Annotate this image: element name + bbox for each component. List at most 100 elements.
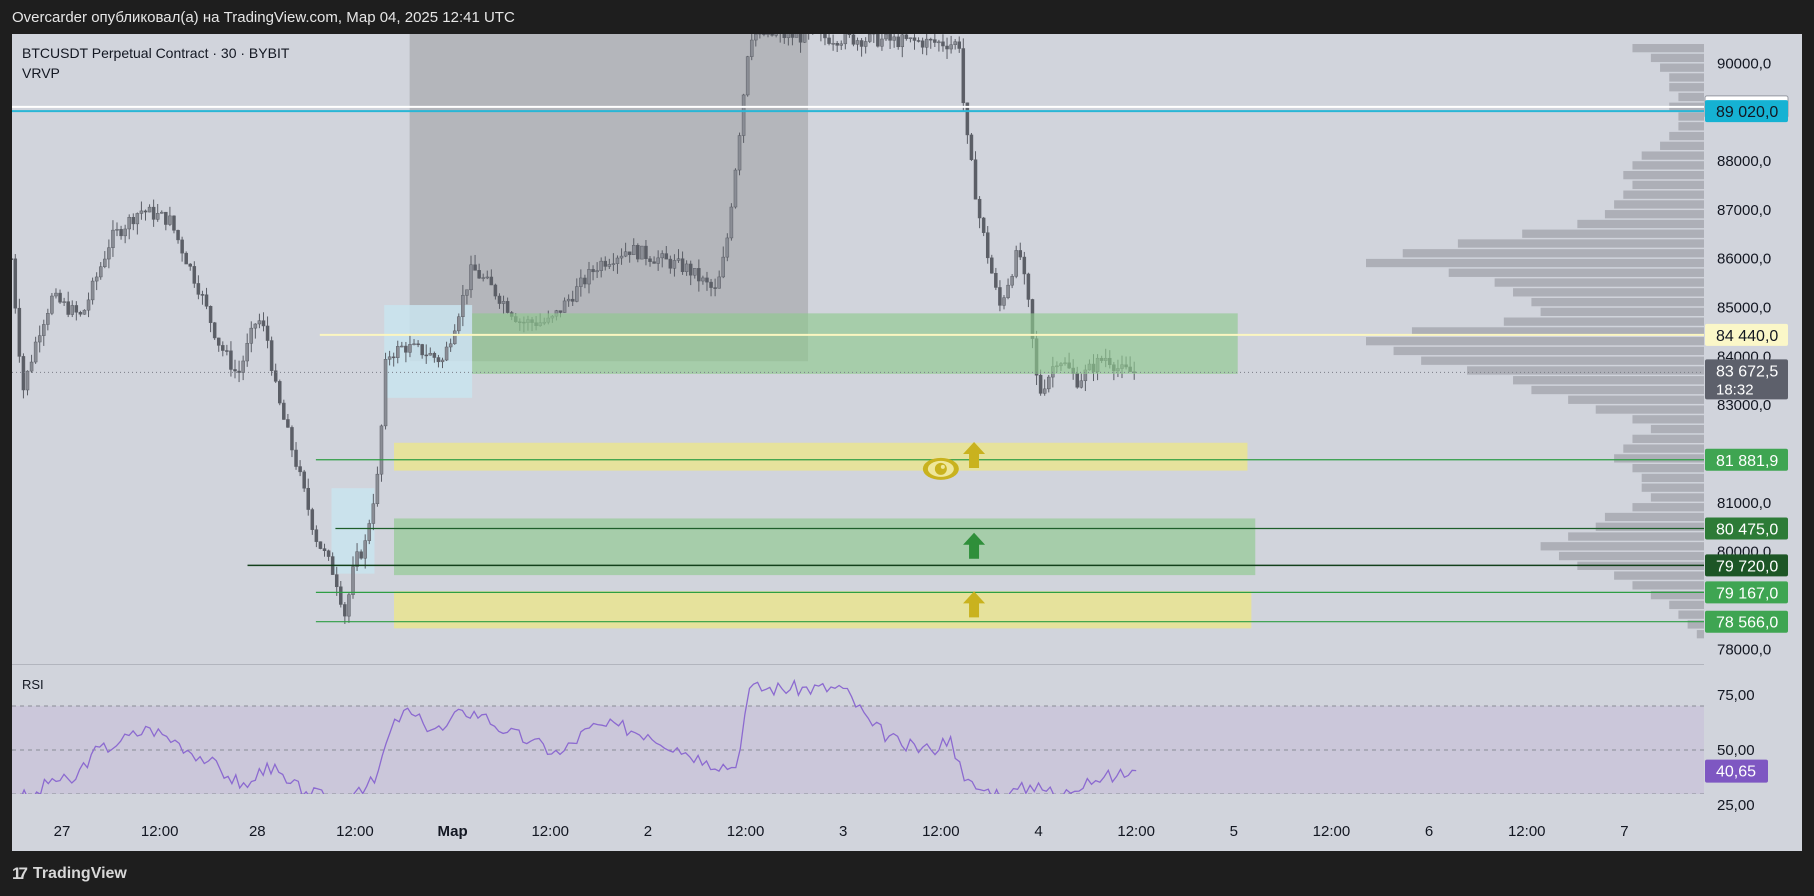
candle	[745, 56, 750, 96]
candle	[46, 313, 50, 325]
volume-bar	[1577, 219, 1704, 229]
candle	[204, 294, 209, 307]
candle	[13, 258, 18, 309]
price-tag-label: 79 167,0	[1716, 585, 1778, 602]
candle	[448, 343, 453, 348]
vrvp-legend[interactable]: VRVP	[22, 65, 60, 81]
volume-bar	[1669, 600, 1704, 610]
time-tick-label: 12:00	[1508, 823, 1546, 840]
volume-bar	[1660, 141, 1704, 150]
candle	[131, 216, 136, 225]
candle	[111, 229, 115, 248]
candle	[176, 230, 180, 241]
green-zone[interactable]	[472, 313, 1238, 374]
candle	[404, 345, 408, 353]
candle	[396, 346, 400, 358]
candle	[347, 594, 351, 617]
volume-bar	[1632, 44, 1704, 53]
time-tick-label: 6	[1425, 823, 1433, 840]
candle	[249, 327, 254, 344]
yellow-zone[interactable]	[394, 442, 1248, 471]
price-tick-label: 83000,0	[1717, 397, 1771, 414]
candle	[697, 268, 701, 282]
candle	[985, 232, 990, 259]
volume-bar	[1632, 161, 1704, 170]
candle	[444, 346, 449, 361]
candle	[855, 40, 860, 45]
candle	[420, 344, 424, 356]
time-tick-label: 3	[839, 823, 847, 840]
candle	[1079, 380, 1084, 388]
rsi-tick-label: 25,00	[1717, 797, 1755, 814]
green-zone[interactable]	[394, 518, 1256, 576]
candle	[595, 270, 599, 273]
candle	[611, 263, 616, 265]
volume-bar	[1494, 278, 1704, 287]
candle	[627, 251, 632, 255]
candle	[54, 292, 58, 297]
rsi-legend[interactable]: RSI	[22, 677, 44, 692]
candle	[208, 306, 213, 323]
volume-bar	[1632, 464, 1704, 473]
time-tick-label: 12:00	[1313, 823, 1351, 840]
volume-bar	[1650, 424, 1704, 434]
candle	[326, 550, 331, 557]
countdown-label: 18:32	[1716, 381, 1754, 398]
candle	[725, 237, 730, 258]
candle	[1047, 376, 1051, 390]
candle	[432, 353, 437, 358]
candle	[164, 211, 168, 225]
candle	[135, 213, 140, 225]
candle	[652, 261, 656, 264]
candle	[977, 198, 982, 219]
candle	[408, 344, 412, 353]
candle	[42, 324, 46, 336]
candle	[216, 337, 221, 346]
candle	[371, 503, 376, 524]
time-tick-label: 12:00	[727, 823, 765, 840]
volume-bar	[1558, 551, 1704, 561]
candle	[741, 94, 746, 136]
tradingview-logo[interactable]: 17 TradingView	[12, 864, 127, 884]
candle	[123, 228, 127, 237]
candle	[636, 245, 640, 260]
symbol-legend[interactable]: BTCUSDT Perpetual Contract · 30 · BYBIT	[22, 45, 290, 61]
price-tick-label: 88000,0	[1717, 153, 1771, 170]
candle	[888, 34, 892, 41]
volume-bar	[1669, 83, 1704, 92]
volume-bar	[1623, 170, 1704, 180]
candle	[469, 264, 473, 291]
volume-bar	[1604, 210, 1704, 219]
candle	[937, 41, 941, 44]
eye-icon[interactable]	[922, 457, 959, 480]
publish-text: Overcarder опубликовал(а) на TradingView…	[12, 9, 515, 26]
candle	[355, 551, 359, 567]
candle	[599, 260, 603, 271]
candle	[579, 277, 583, 287]
candle	[591, 269, 595, 273]
candle	[994, 272, 998, 288]
candle	[318, 541, 323, 549]
candle	[294, 449, 298, 467]
volume-bar	[1641, 483, 1704, 492]
trading-chart[interactable]: 90000,088000,087000,086000,085000,084000…	[0, 0, 1814, 896]
candle	[212, 322, 217, 339]
candle	[58, 292, 62, 303]
candle	[477, 270, 481, 279]
yellow-zone[interactable]	[394, 591, 1252, 629]
candle	[412, 343, 416, 346]
candle	[990, 257, 994, 274]
price-tag-label: 80 475,0	[1716, 521, 1778, 538]
volume-bar	[1467, 366, 1704, 375]
candle	[302, 471, 306, 489]
volume-bar	[1366, 258, 1704, 268]
candle	[631, 245, 636, 255]
volume-bar	[1614, 571, 1704, 580]
candle	[440, 359, 445, 363]
price-tag-label: 84 440,0	[1716, 328, 1778, 345]
candle	[619, 255, 624, 259]
candle	[37, 335, 42, 343]
candle	[310, 509, 315, 530]
candle	[50, 295, 54, 314]
publish-header: Overcarder опубликовал(а) на TradingView…	[0, 0, 1814, 34]
